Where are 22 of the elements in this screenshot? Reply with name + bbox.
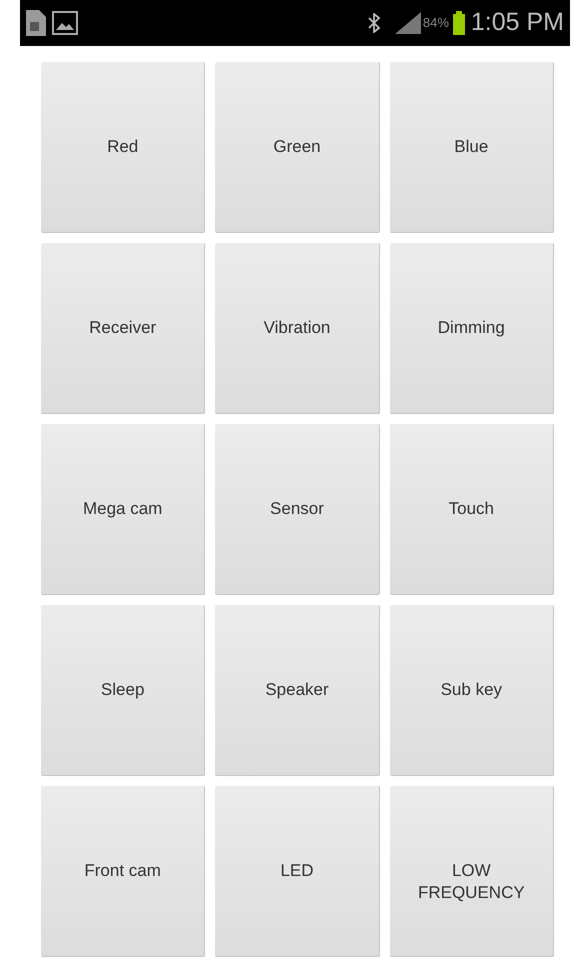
test-button[interactable]: Touch [390,424,554,595]
image-icon [52,11,78,35]
test-button[interactable]: Dimming [390,243,554,414]
test-button[interactable]: LOW FREQUENCY [390,786,554,957]
test-button[interactable]: LED [215,786,380,957]
signal-icon [394,12,421,34]
test-button[interactable]: Receiver [41,243,206,414]
test-button[interactable]: Speaker [215,605,380,776]
battery-icon [452,11,465,35]
test-button[interactable]: Front cam [41,786,206,957]
test-button[interactable]: Sensor [215,424,380,595]
test-button[interactable]: Mega cam [41,424,206,595]
clock: 1:05 PM [470,7,564,38]
sim-card-icon [26,10,46,36]
test-button[interactable]: Sub key [390,605,554,776]
test-button[interactable]: Green [215,62,380,233]
bluetooth-icon [366,13,381,33]
test-button[interactable]: Vibration [215,243,380,414]
battery-percent: 84% [422,14,449,32]
test-button[interactable]: Blue [390,62,554,233]
test-button[interactable]: Red [41,62,206,233]
test-button[interactable]: Sleep [41,605,206,776]
